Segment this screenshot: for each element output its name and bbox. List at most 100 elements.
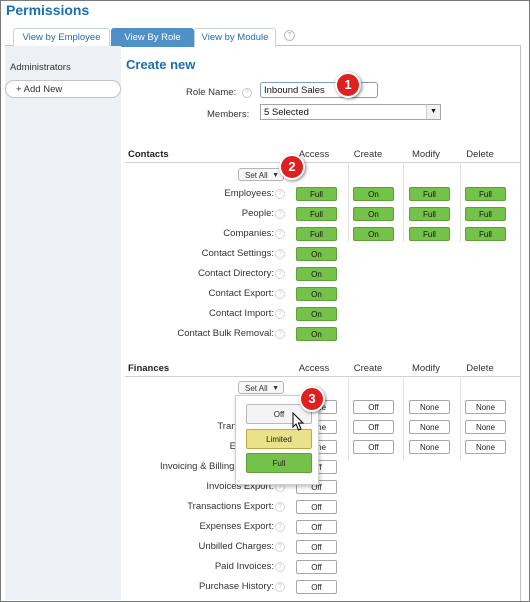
permission-button[interactable]: On bbox=[296, 247, 337, 261]
row-label: Contact Bulk Removal: bbox=[177, 328, 274, 339]
permission-button[interactable]: Full bbox=[409, 227, 450, 241]
permission-button[interactable]: On bbox=[353, 207, 394, 221]
permission-button[interactable]: Off bbox=[296, 540, 337, 554]
row-label: Paid Invoices: bbox=[214, 561, 274, 572]
row-label: Companies: bbox=[223, 228, 274, 239]
permission-button[interactable]: Off bbox=[353, 440, 394, 454]
permission-button[interactable]: Off bbox=[353, 400, 394, 414]
help-icon[interactable]: ? bbox=[275, 189, 285, 199]
column-separator bbox=[348, 376, 349, 460]
permission-button[interactable]: None bbox=[465, 420, 506, 434]
members-label: Members: bbox=[207, 109, 250, 120]
row-label: Unbilled Charges: bbox=[198, 541, 274, 552]
permission-button[interactable]: Off bbox=[296, 520, 337, 534]
step-marker-3: 3 bbox=[299, 386, 325, 412]
row-label: People: bbox=[241, 208, 274, 219]
column-separator bbox=[403, 162, 404, 242]
row-label: Transactions Export: bbox=[187, 501, 274, 512]
permission-button[interactable]: On bbox=[353, 227, 394, 241]
column-header-modify: Modify bbox=[412, 149, 440, 160]
permission-button[interactable]: None bbox=[409, 420, 450, 434]
step-marker-1: 1 bbox=[335, 72, 361, 98]
sidebar-item-administrators[interactable]: Administrators bbox=[10, 62, 71, 73]
help-icon[interactable]: ? bbox=[275, 229, 285, 239]
help-icon[interactable]: ? bbox=[275, 309, 285, 319]
column-header-create: Create bbox=[353, 363, 383, 374]
row-label: Expenses Export: bbox=[199, 521, 274, 532]
row-label: Employees: bbox=[224, 188, 274, 199]
help-icon[interactable]: ? bbox=[275, 289, 285, 299]
permission-button[interactable]: On bbox=[296, 327, 337, 341]
column-header-delete: Delete bbox=[466, 363, 494, 374]
set-all-dropdown[interactable]: Set All ▼ bbox=[238, 381, 284, 394]
row-label: Contact Directory: bbox=[197, 268, 274, 279]
column-separator bbox=[403, 376, 404, 460]
tab-view-by-role[interactable]: View By Role bbox=[111, 28, 194, 47]
help-icon[interactable]: ? bbox=[275, 329, 285, 339]
row-label: Contact Import: bbox=[209, 308, 274, 319]
tab-view-by-module[interactable]: View by Module bbox=[194, 28, 276, 47]
set-all-label: Set All bbox=[245, 171, 268, 180]
caret-down-icon: ▼ bbox=[272, 172, 279, 179]
page-title: Permissions bbox=[6, 2, 90, 18]
help-icon[interactable]: ? bbox=[284, 30, 295, 41]
permission-button[interactable]: Full bbox=[465, 187, 506, 201]
permission-button[interactable]: Off bbox=[296, 500, 337, 514]
set-all-label: Set All bbox=[245, 384, 268, 393]
chevron-down-icon: ▼ bbox=[426, 105, 440, 119]
help-icon[interactable]: ? bbox=[275, 269, 285, 279]
role-name-label: Role Name: bbox=[186, 87, 237, 98]
set-all-dropdown[interactable]: Set All ▼ bbox=[238, 168, 284, 181]
column-separator bbox=[460, 376, 461, 460]
help-icon[interactable]: ? bbox=[275, 502, 285, 512]
column-header-delete: Delete bbox=[466, 149, 494, 160]
permission-button[interactable]: None bbox=[465, 440, 506, 454]
members-select-value: 5 Selected bbox=[264, 107, 309, 118]
permission-button[interactable]: Full bbox=[409, 187, 450, 201]
permission-button[interactable]: Off bbox=[296, 580, 337, 594]
permission-button[interactable]: Off bbox=[353, 420, 394, 434]
step-marker-2: 2 bbox=[279, 154, 305, 180]
permission-button[interactable]: Full bbox=[296, 227, 337, 241]
permission-button[interactable]: On bbox=[353, 187, 394, 201]
row-label: Contact Export: bbox=[208, 288, 274, 299]
row-label: Purchase History: bbox=[199, 581, 274, 592]
column-separator bbox=[460, 162, 461, 242]
permission-button[interactable]: Full bbox=[296, 187, 337, 201]
help-icon[interactable]: ? bbox=[242, 88, 252, 98]
sidebar bbox=[5, 46, 121, 600]
column-separator bbox=[348, 162, 349, 242]
row-label: Contact Settings: bbox=[201, 248, 274, 259]
permission-button[interactable]: None bbox=[409, 440, 450, 454]
help-icon[interactable]: ? bbox=[275, 209, 285, 219]
permission-button[interactable]: On bbox=[296, 267, 337, 281]
popup-option-limited[interactable]: Limited bbox=[246, 429, 312, 449]
permission-button[interactable]: Full bbox=[465, 227, 506, 241]
tab-view-by-employee[interactable]: View by Employee bbox=[13, 28, 110, 47]
popup-option-full[interactable]: Full bbox=[246, 453, 312, 473]
help-icon[interactable]: ? bbox=[275, 249, 285, 259]
help-icon[interactable]: ? bbox=[275, 542, 285, 552]
permission-button[interactable]: On bbox=[296, 287, 337, 301]
right-border bbox=[520, 45, 521, 601]
permission-button[interactable]: Full bbox=[465, 207, 506, 221]
mouse-pointer-icon bbox=[292, 412, 305, 431]
help-icon[interactable]: ? bbox=[275, 522, 285, 532]
column-header-create: Create bbox=[353, 149, 383, 160]
column-header-modify: Modify bbox=[412, 363, 440, 374]
contacts-section-title: Contacts bbox=[128, 149, 169, 160]
permission-button[interactable]: Full bbox=[409, 207, 450, 221]
permission-button[interactable]: Off bbox=[296, 560, 337, 574]
members-select[interactable]: 5 Selected ▼ bbox=[260, 104, 441, 120]
permission-button[interactable]: None bbox=[465, 400, 506, 414]
permission-button[interactable]: Full bbox=[296, 207, 337, 221]
help-icon[interactable]: ? bbox=[275, 582, 285, 592]
column-header-access: Access bbox=[298, 363, 330, 374]
permission-button[interactable]: On bbox=[296, 307, 337, 321]
help-icon[interactable]: ? bbox=[275, 562, 285, 572]
permission-button[interactable]: None bbox=[409, 400, 450, 414]
finances-section-title: Finances bbox=[128, 363, 170, 374]
section-heading: Create new bbox=[126, 57, 196, 72]
caret-down-icon: ▼ bbox=[272, 385, 279, 392]
add-new-button[interactable]: + Add New bbox=[5, 80, 121, 98]
